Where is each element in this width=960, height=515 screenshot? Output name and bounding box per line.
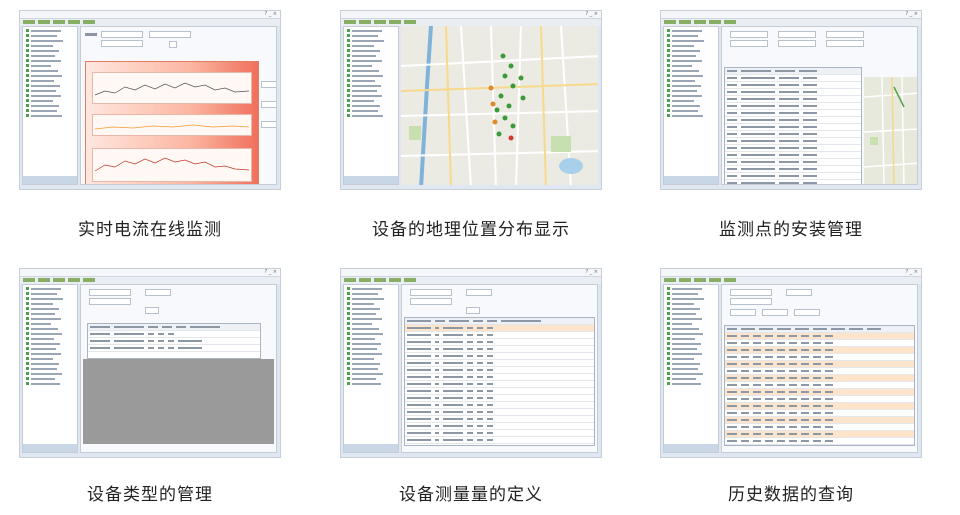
menu-bar [661, 277, 921, 284]
caption: 设备测量量的定义 [399, 485, 543, 505]
current-line [94, 82, 250, 96]
screenshot-thumbnail[interactable]: ? _ × [340, 10, 602, 190]
window-controls[interactable]: ? _ × [585, 11, 598, 18]
device-tree-sidebar[interactable] [343, 26, 399, 185]
measurement-content [401, 284, 598, 453]
card-realtime-current[interactable]: ? _ × 实时电流在线监测 [19, 10, 281, 245]
device-tree-sidebar[interactable] [343, 284, 399, 453]
measurement-table[interactable] [404, 317, 595, 446]
sidebar-footer [664, 444, 718, 452]
window-titlebar: ? _ × [20, 269, 280, 277]
window-controls[interactable]: ? _ × [905, 11, 918, 18]
menu-bar [20, 19, 280, 26]
caption: 历史数据的查询 [728, 485, 854, 505]
caption: 设备类型的管理 [87, 485, 213, 505]
current-line [94, 157, 250, 172]
sidebar-footer [344, 444, 398, 452]
history-content [721, 284, 918, 453]
card-history-query[interactable]: ? _ × 历史数据的查询 [660, 268, 922, 505]
card-measurement-definition[interactable]: ? _ × 设备测量量的定义 [340, 268, 602, 505]
window-controls[interactable]: ? _ × [585, 269, 598, 276]
caption: 监测点的安装管理 [719, 220, 863, 240]
card-device-map[interactable]: ? _ × 设备的地理位置分布显示 [340, 10, 602, 245]
device-type-table[interactable] [87, 323, 261, 359]
window-titlebar: ? _ × [341, 269, 601, 277]
current-chart [92, 148, 252, 182]
sidebar-footer [23, 444, 77, 452]
window-controls[interactable]: ? _ × [264, 11, 277, 18]
menu-bar [661, 19, 921, 26]
map-drawing [864, 77, 917, 184]
device-tree-sidebar[interactable] [22, 284, 78, 453]
history-data-table[interactable] [724, 325, 915, 446]
device-tree-sidebar[interactable] [663, 26, 719, 185]
window-controls[interactable]: ? _ × [905, 269, 918, 276]
screenshot-thumbnail[interactable]: ? _ × [660, 10, 922, 190]
device-tree-sidebar[interactable] [22, 26, 78, 185]
current-chart [92, 72, 252, 104]
window-controls[interactable]: ? _ × [264, 269, 277, 276]
install-point-table[interactable] [724, 67, 862, 184]
caption: 设备的地理位置分布显示 [372, 220, 570, 240]
screenshot-thumbnail[interactable]: ? _ × [340, 268, 602, 458]
sidebar-footer [23, 176, 77, 184]
menu-bar [341, 19, 601, 26]
install-content [721, 26, 918, 185]
device-location-map[interactable] [401, 26, 598, 185]
sidebar-footer [344, 176, 398, 184]
screenshot-thumbnail[interactable]: ? _ × [19, 10, 281, 190]
current-chart [92, 114, 252, 136]
realtime-chart-panel [85, 61, 259, 184]
monitor-content [80, 26, 277, 185]
menu-bar [341, 277, 601, 284]
caption: 实时电流在线监测 [78, 220, 222, 240]
map-drawing [401, 26, 598, 185]
menu-bar [20, 277, 280, 284]
window-titlebar: ? _ × [341, 11, 601, 19]
install-location-map[interactable] [864, 77, 917, 184]
window-titlebar: ? _ × [661, 269, 921, 277]
current-line [94, 124, 250, 130]
window-titlebar: ? _ × [20, 11, 280, 19]
screenshot-thumbnail[interactable]: ? _ × [19, 268, 281, 458]
device-tree-sidebar[interactable] [663, 284, 719, 453]
empty-grid-area [83, 359, 274, 444]
sidebar-footer [664, 176, 718, 184]
device-type-content [80, 284, 277, 453]
card-install-management[interactable]: ? _ × 监测点的安装管理 [660, 10, 922, 245]
window-titlebar: ? _ × [661, 11, 921, 19]
card-device-type[interactable]: ? _ × 设备类型的管理 [19, 268, 281, 505]
screenshot-thumbnail[interactable]: ? _ × [660, 268, 922, 458]
